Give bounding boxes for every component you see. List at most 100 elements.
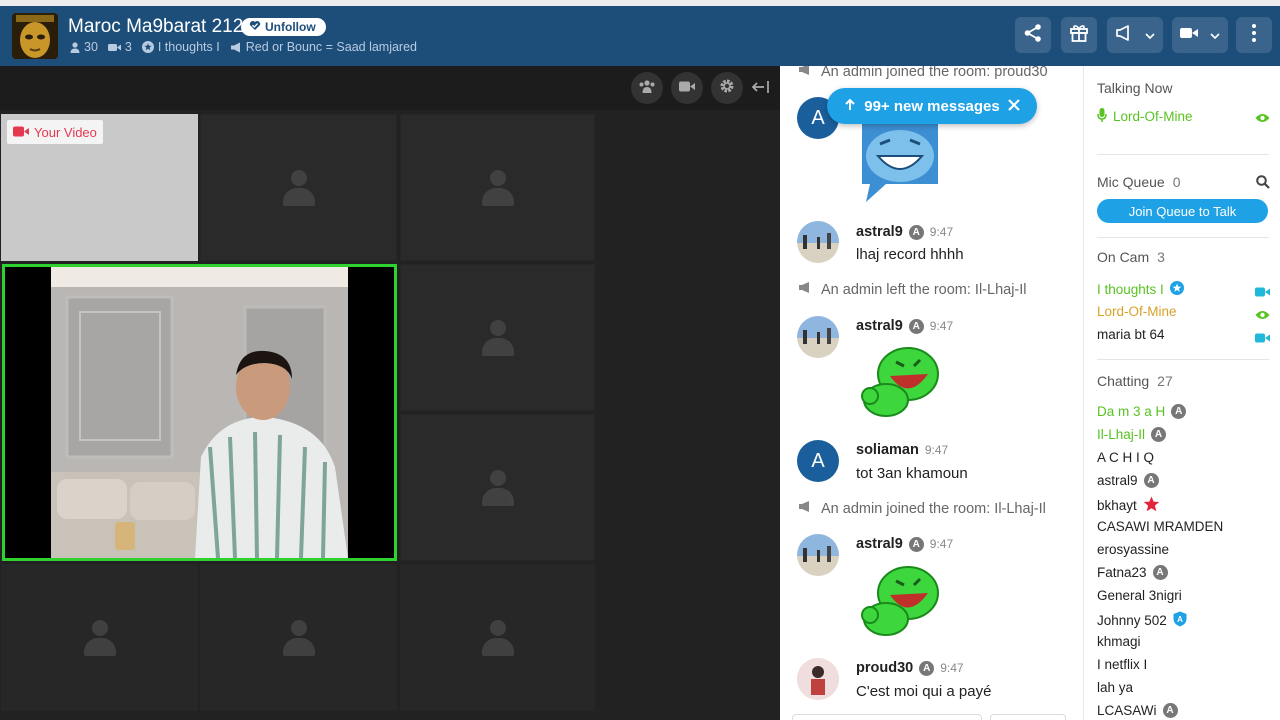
megaphone-menu-button[interactable] <box>1107 17 1163 53</box>
divider <box>1097 237 1269 238</box>
chat-action-edge[interactable] <box>990 714 1066 720</box>
video-camera-icon <box>13 125 29 140</box>
room-meta: 30 3 I thoughts I Red or Bounc = Saad la… <box>70 40 417 54</box>
chat-user[interactable]: General 3nigri <box>1097 588 1182 603</box>
admin-badge-icon: A <box>908 318 924 334</box>
chat-user[interactable]: lah ya <box>1097 680 1133 695</box>
chat-user[interactable]: LCASAWi A <box>1097 703 1178 718</box>
chat-input-edge[interactable] <box>792 714 982 720</box>
chat-user[interactable]: A C H I Q <box>1097 450 1154 465</box>
active-video-tile[interactable] <box>2 264 397 561</box>
admin-badge-icon: A <box>919 660 935 676</box>
admin-badge-icon: A <box>1143 473 1159 488</box>
video-camera-icon[interactable] <box>1255 284 1270 302</box>
chat-user[interactable]: Da m 3 a H A <box>1097 404 1187 419</box>
system-message-text: An admin left the room: Il-Lhaj-Il <box>821 281 1027 298</box>
message-header: astral9 A 9:47 <box>856 224 953 240</box>
more-options-button[interactable] <box>1236 17 1272 53</box>
chat-user[interactable]: I netflix I <box>1097 657 1147 672</box>
cam-user[interactable]: maria bt 64 <box>1097 327 1165 342</box>
room-owner[interactable]: I thoughts I <box>158 40 220 54</box>
empty-video-slot <box>400 114 595 261</box>
search-icon[interactable] <box>1256 175 1270 194</box>
chat-user[interactable]: Johnny 502 A <box>1097 611 1187 630</box>
section-title: Chatting <box>1097 373 1150 389</box>
chat-user[interactable]: Il-Lhaj-Il A <box>1097 427 1167 442</box>
avatar[interactable] <box>797 658 839 700</box>
user-name: Fatna23 <box>1097 565 1147 580</box>
message-username[interactable]: astral9 <box>856 536 903 552</box>
user-name: General 3nigri <box>1097 588 1182 603</box>
eye-icon[interactable] <box>1255 307 1270 325</box>
admin-badge-icon: A <box>908 224 924 240</box>
user-name: erosyassine <box>1097 542 1170 557</box>
room-avatar[interactable] <box>12 13 58 59</box>
on-cam-header: On Cam 3 <box>1097 249 1165 265</box>
person-placeholder-icon <box>83 618 117 658</box>
close-icon[interactable] <box>1007 98 1020 115</box>
camera-toggle-button[interactable] <box>671 72 703 104</box>
your-video-tile[interactable]: Your Video <box>1 114 198 261</box>
gift-button[interactable] <box>1061 17 1097 53</box>
megaphone-icon <box>798 281 813 298</box>
unfollow-button[interactable]: Unfollow <box>241 18 326 36</box>
new-messages-pill[interactable]: 99+ new messages <box>827 88 1037 124</box>
cam-user[interactable]: Lord-Of-Mine <box>1097 304 1177 319</box>
chat-user[interactable]: khmagi <box>1097 634 1141 649</box>
message-header: soliaman 9:47 <box>856 442 948 458</box>
megaphone-icon <box>798 66 813 80</box>
collapse-panel-button[interactable] <box>751 79 770 100</box>
your-video-label: Your Video <box>7 120 103 144</box>
chat-user[interactable]: erosyassine <box>1097 542 1169 557</box>
eye-icon[interactable] <box>1255 110 1270 128</box>
share-button[interactable] <box>1015 17 1051 53</box>
message-username[interactable]: proud30 <box>856 660 913 676</box>
message-username[interactable]: soliaman <box>856 442 919 458</box>
gift-icon <box>1069 23 1089 48</box>
chat-user[interactable]: bkhayt <box>1097 496 1160 515</box>
person-placeholder-icon <box>481 168 515 208</box>
message-username[interactable]: astral9 <box>856 318 903 334</box>
room-title: Maroc Ma9barat 212 <box>68 16 244 37</box>
chat-user[interactable]: astral9 A <box>1097 473 1159 488</box>
user-name: CASAWI MRAMDEN <box>1097 519 1224 534</box>
message-header: astral9 A 9:47 <box>856 536 953 552</box>
avatar[interactable] <box>797 221 839 263</box>
empty-video-slot <box>200 114 397 261</box>
system-message: An admin joined the room: proud30 <box>798 66 1048 80</box>
chat-user[interactable]: Fatna23 A <box>1097 565 1168 580</box>
check-heart-icon <box>249 18 261 36</box>
avatar[interactable] <box>797 316 839 358</box>
join-queue-button[interactable]: Join Queue to Talk <box>1097 199 1268 223</box>
cam-user[interactable]: I thoughts I <box>1097 281 1184 298</box>
avatar[interactable] <box>797 534 839 576</box>
star-badge-icon <box>141 41 154 53</box>
group-icon <box>638 78 656 99</box>
video-toolbar <box>0 66 780 110</box>
microphone-icon <box>1097 108 1107 125</box>
chat-user[interactable]: CASAWI MRAMDEN <box>1097 519 1223 534</box>
gear-icon <box>719 78 735 99</box>
user-name: Il-Lhaj-Il <box>1097 427 1146 442</box>
chevron-down-icon <box>1145 26 1155 44</box>
video-settings-button[interactable] <box>711 72 743 104</box>
message-time: 9:47 <box>940 661 964 675</box>
laughing-speech-bubble-sticker <box>856 116 944 209</box>
red-star-icon <box>1143 496 1160 515</box>
video-camera-icon[interactable] <box>1255 330 1270 348</box>
talking-user[interactable]: Lord-Of-Mine <box>1097 108 1193 125</box>
svg-text:A: A <box>1177 615 1183 624</box>
avatar-letter: A <box>811 106 825 129</box>
admin-badge-icon: A <box>1171 404 1187 419</box>
divider <box>1097 154 1269 155</box>
group-view-button[interactable] <box>631 72 663 104</box>
room-topic: Red or Bounc = Saad lamjared <box>245 40 418 54</box>
megaphone-icon <box>798 500 813 517</box>
message-username[interactable]: astral9 <box>856 224 903 240</box>
avatar[interactable]: A <box>797 440 839 482</box>
video-camera-icon <box>1180 26 1198 44</box>
camera-menu-button[interactable] <box>1172 17 1228 53</box>
talking-now-header: Talking Now <box>1097 80 1172 96</box>
system-message-text: An admin joined the room: proud30 <box>821 66 1048 80</box>
user-name: bkhayt <box>1097 498 1137 513</box>
